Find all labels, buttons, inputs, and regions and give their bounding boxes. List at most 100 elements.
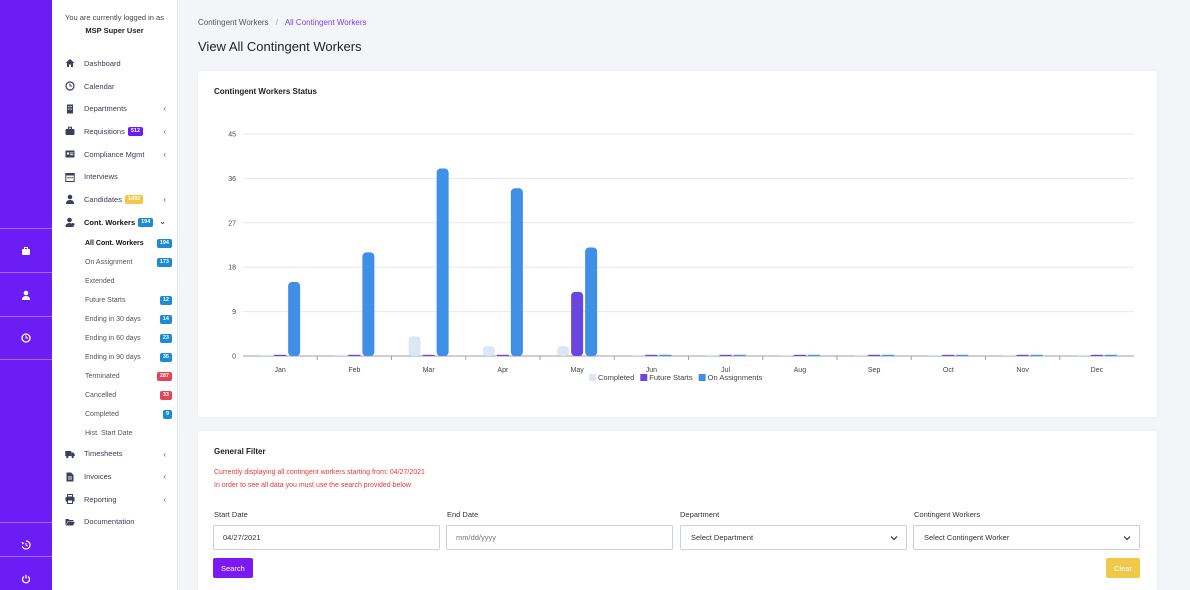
sub-item-extended[interactable]: Extended	[52, 272, 178, 291]
user-tie-icon[interactable]	[0, 272, 52, 316]
contingent-worker-select[interactable]: Select Contingent Worker	[913, 525, 1140, 550]
sidebar-item-documentation[interactable]: Documentation	[52, 511, 178, 534]
id-card-icon	[64, 149, 75, 160]
bar-future-starts	[793, 354, 806, 356]
sidebar-item-departments[interactable]: Departments ‹	[52, 97, 178, 120]
sub-item-badge: 287	[156, 371, 172, 381]
breadcrumb-parent[interactable]: Contingent Workers	[198, 18, 269, 27]
clear-button[interactable]: Clear	[1106, 558, 1140, 578]
sidebar-item-label: Invoices	[84, 472, 112, 482]
x-tick-label: Dec	[1091, 367, 1104, 374]
x-tick-label: Oct	[943, 367, 954, 374]
end-date-input[interactable]	[446, 525, 673, 550]
bar-completed	[1076, 354, 1089, 356]
y-tick-label: 9	[232, 309, 236, 316]
y-tick-label: 36	[228, 176, 236, 183]
page-title: View All Contingent Workers	[198, 39, 362, 54]
sub-item-ending-90[interactable]: Ending in 90 days 35	[52, 348, 178, 367]
department-select[interactable]: Select Department	[680, 525, 907, 550]
sidebar-item-label: Cont. Workers	[84, 217, 136, 227]
chevron-left-icon: ‹	[163, 127, 166, 137]
briefcase-icon	[64, 126, 75, 137]
start-date-label: Start Date	[214, 510, 248, 519]
sidebar-item-label: Requisitions	[84, 126, 125, 136]
briefcase-icon[interactable]	[0, 228, 52, 272]
sub-item-badge: 23	[159, 333, 172, 343]
sidebar-item-interviews[interactable]: Interviews	[52, 165, 178, 188]
sub-item-terminated[interactable]: Terminated 287	[52, 367, 178, 386]
chart-card: Contingent Workers Status 0 9 18 27 36 45 Jan F…	[198, 71, 1157, 417]
folder-open-icon	[64, 516, 75, 527]
x-tick-label: Mar	[423, 367, 436, 374]
bar-future-starts	[868, 354, 881, 356]
sidebar-item-candidates[interactable]: Candidates 1492 ‹	[52, 188, 178, 211]
user-name: MSP Super User	[85, 26, 144, 35]
bar-completed	[631, 354, 644, 356]
user-tie-icon	[64, 217, 75, 228]
sub-item-label: On Assignment	[85, 258, 133, 266]
sub-item-label: All Cont. Workers	[85, 239, 144, 247]
contingent-workers-label: Contingent Workers	[914, 510, 981, 519]
sub-item-badge: 9	[162, 409, 172, 419]
sub-item-future-starts[interactable]: Future Starts 12	[52, 291, 178, 310]
department-label: Department	[680, 510, 720, 519]
chevron-down-icon	[890, 536, 898, 541]
bar-future-starts	[571, 291, 584, 356]
chevron-left-icon: ‹	[163, 449, 166, 459]
y-tick-label: 27	[228, 220, 236, 227]
sub-item-badge: 14	[159, 314, 172, 324]
sidebar: You are currently logged in as MSP Super…	[52, 0, 178, 590]
sub-item-ending-30[interactable]: Ending in 30 days 14	[52, 310, 178, 329]
breadcrumb-separator: /	[275, 18, 279, 27]
sub-item-label: Completed	[85, 410, 119, 418]
legend-label: Completed	[598, 373, 634, 382]
sub-item-label: Ending in 30 days	[85, 315, 141, 323]
sidebar-item-cont-workers[interactable]: Cont. Workers 194 ⌄	[52, 211, 178, 234]
sidebar-item-label: Calendar	[84, 81, 115, 91]
bar-on-assignments	[807, 354, 820, 356]
sidebar-nav: Dashboard Calendar Departments ‹ Requisi…	[52, 52, 178, 533]
sub-item-badge: 173	[156, 257, 172, 267]
bar-future-starts	[496, 354, 509, 356]
bar-completed	[260, 354, 273, 356]
sidebar-item-compliance[interactable]: Compliance Mgmt ‹	[52, 143, 178, 166]
sidebar-item-invoices[interactable]: Invoices ‹	[52, 465, 178, 488]
sub-item-hist-start-date[interactable]: Hist. Start Date	[52, 424, 178, 443]
bar-on-assignments	[1104, 354, 1117, 356]
x-tick-label: Sep	[868, 367, 881, 374]
bar-on-assignments	[362, 252, 375, 356]
clock-icon	[64, 81, 75, 92]
home-icon	[64, 58, 75, 69]
sub-item-cancelled[interactable]: Cancelled 33	[52, 386, 178, 405]
sidebar-item-label: Interviews	[84, 172, 118, 182]
sub-item-completed[interactable]: Completed 9	[52, 405, 178, 424]
sidebar-item-calendar[interactable]: Calendar	[52, 75, 178, 98]
sidebar-item-dashboard[interactable]: Dashboard	[52, 52, 178, 75]
bar-on-assignments	[1030, 354, 1043, 356]
sub-item-ending-60[interactable]: Ending in 60 days 23	[52, 329, 178, 348]
search-button[interactable]: Search	[213, 558, 253, 578]
sidebar-item-requisitions[interactable]: Requisitions 512 ‹	[52, 120, 178, 143]
filter-warning-line1: Currently displaying all contingent work…	[214, 469, 425, 476]
login-text: You are currently logged in as	[65, 13, 164, 22]
department-select-value: Select Department	[691, 533, 754, 542]
breadcrumb: Contingent Workers / All Contingent Work…	[198, 18, 366, 27]
breadcrumb-current: All Contingent Workers	[284, 18, 367, 27]
bar-completed	[854, 354, 867, 356]
sidebar-item-timesheets[interactable]: Timesheets ‹	[52, 443, 178, 466]
sub-item-on-assignment[interactable]: On Assignment 173	[52, 253, 178, 272]
sub-item-label: Future Starts	[85, 296, 126, 304]
sidebar-item-label: Dashboard	[84, 58, 121, 68]
power-icon[interactable]	[0, 556, 52, 590]
sidebar-item-reporting[interactable]: Reporting ‹	[52, 488, 178, 511]
sub-item-badge: 12	[159, 295, 172, 305]
bar-on-assignments	[436, 168, 449, 356]
clock-icon[interactable]	[0, 316, 52, 360]
file-invoice-icon	[64, 471, 75, 482]
bar-completed	[779, 354, 792, 356]
bar-future-starts	[719, 354, 732, 356]
user-icon	[64, 194, 75, 205]
chevron-left-icon: ‹	[163, 104, 166, 114]
start-date-input[interactable]	[213, 525, 440, 550]
sub-item-all-cont-workers[interactable]: All Cont. Workers 194	[52, 234, 178, 253]
